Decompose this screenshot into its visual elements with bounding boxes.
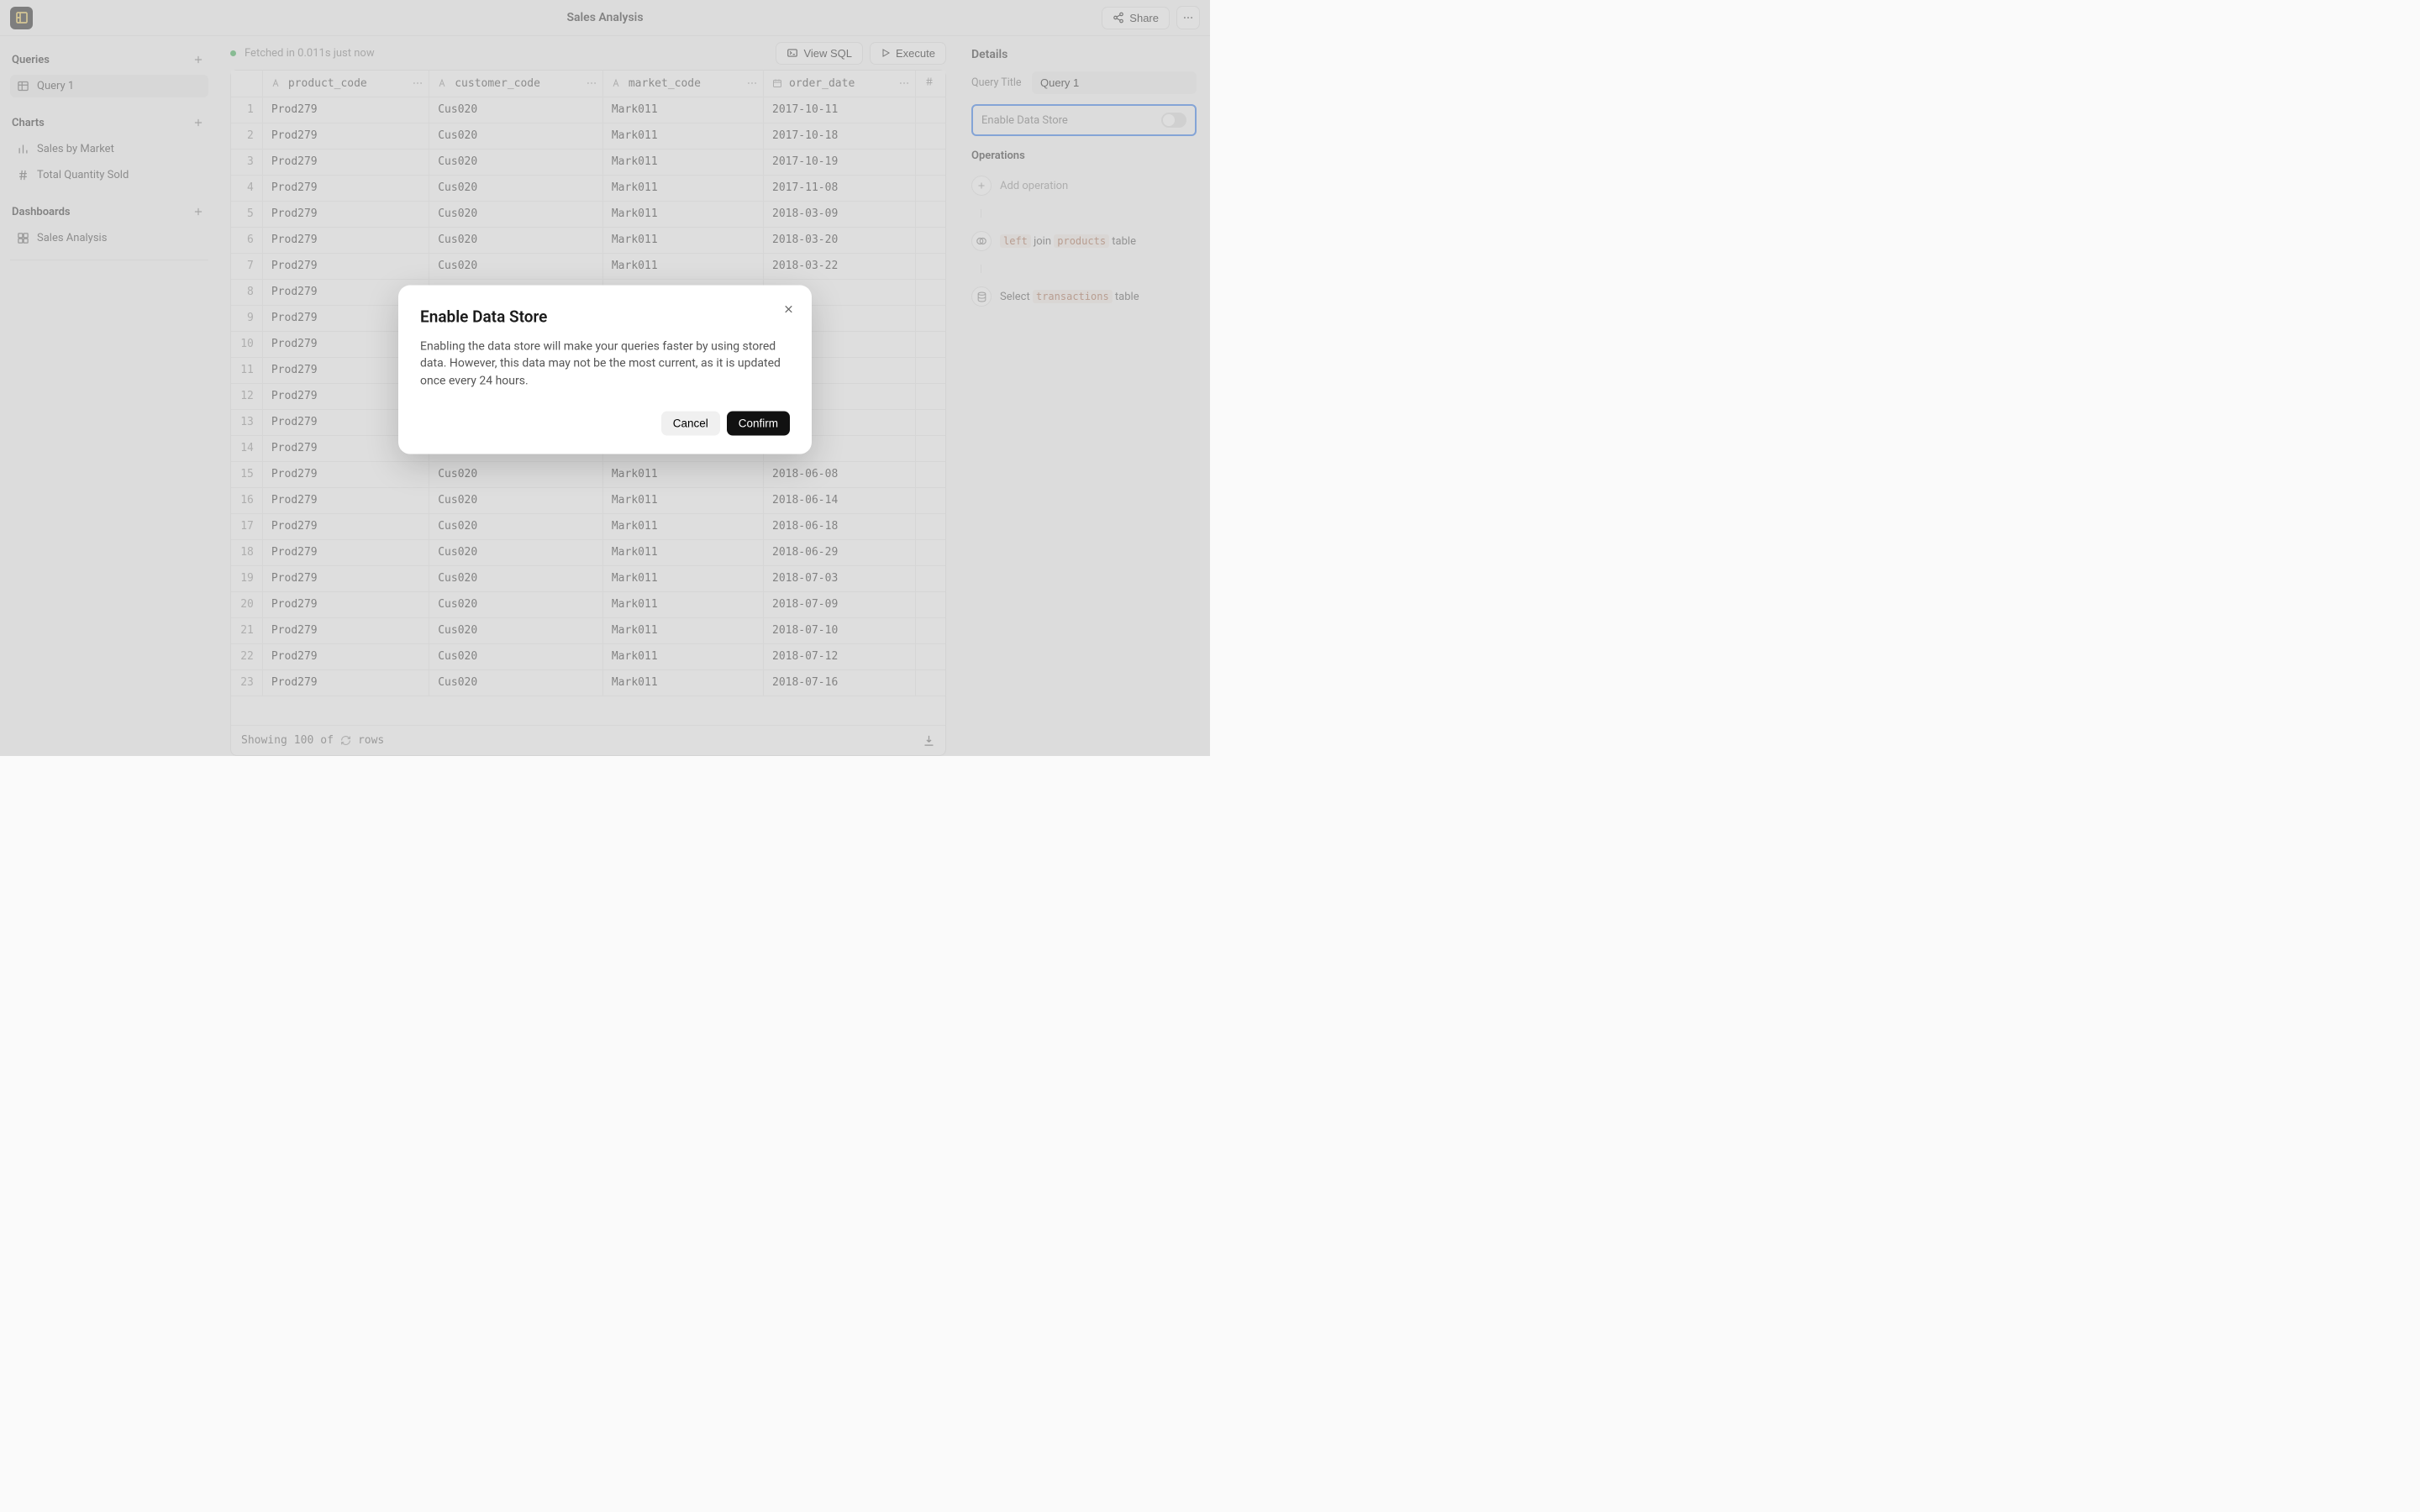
modal-title: Enable Data Store <box>420 307 790 327</box>
close-button[interactable] <box>778 299 798 319</box>
cancel-button[interactable]: Cancel <box>661 411 720 435</box>
modal-body: Enabling the data store will make your q… <box>420 339 790 390</box>
enable-data-store-modal: Enable Data Store Enabling the data stor… <box>398 286 812 454</box>
confirm-button[interactable]: Confirm <box>727 411 790 435</box>
